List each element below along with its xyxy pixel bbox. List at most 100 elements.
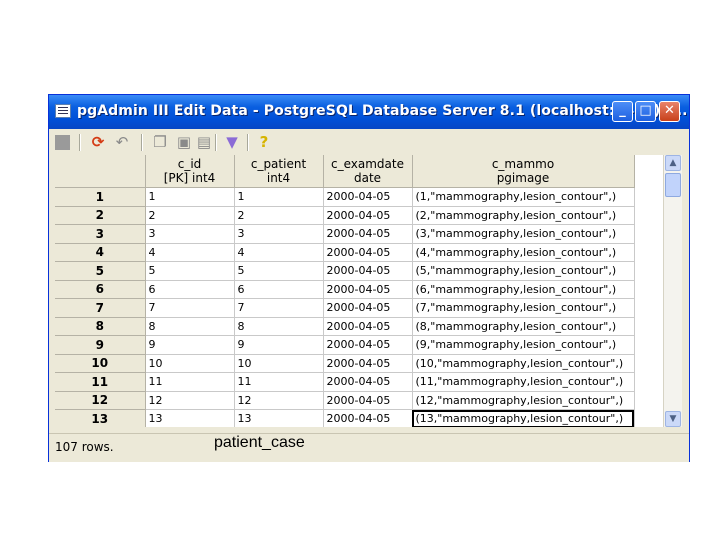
table-row: 7 7 7 2000-04-05 (7,"mammography,lesion_cont… xyxy=(55,298,635,318)
cell-c-mammo[interactable]: (8,"mammography,lesion_contour",) xyxy=(412,317,635,336)
vertical-scrollbar[interactable]: ▲ ▼ xyxy=(663,155,682,427)
row-number-header[interactable] xyxy=(55,155,146,188)
cell-c-id[interactable]: 10 xyxy=(145,354,235,373)
cell-c-mammo[interactable]: (2,"mammography,lesion_contour",) xyxy=(412,206,635,225)
table-row: 11 11 11 2000-04-05 (11,"mammography,lesion_… xyxy=(55,372,635,392)
cell-c-examdate[interactable]: 2000-04-05 xyxy=(323,224,413,244)
paste-icon[interactable]: ▣ xyxy=(175,133,193,151)
cell-c-examdate[interactable]: 2000-04-05 xyxy=(323,391,413,410)
column-type: date xyxy=(353,171,382,185)
cell-c-mammo[interactable]: (10,"mammography,lesion_contour",) xyxy=(412,354,635,373)
cell-c-mammo[interactable]: (11,"mammography,lesion_contour",) xyxy=(412,372,635,392)
minimize-button[interactable]: _ xyxy=(612,101,633,122)
row-number[interactable]: 8 xyxy=(55,317,146,336)
cell-c-id[interactable]: 9 xyxy=(145,335,235,355)
cell-c-examdate[interactable]: 2000-04-05 xyxy=(323,243,413,262)
undo-icon[interactable]: ↶ xyxy=(113,133,131,151)
cell-c-examdate[interactable]: 2000-04-05 xyxy=(323,409,413,427)
cell-c-patient[interactable]: 6 xyxy=(234,280,324,299)
row-number[interactable]: 5 xyxy=(55,261,146,281)
table-row: 2 2 2 2000-04-05 (2,"mammography,lesion_cont… xyxy=(55,206,635,225)
cell-c-mammo[interactable]: (6,"mammography,lesion_contour",) xyxy=(412,280,635,299)
cell-c-mammo[interactable]: (3,"mammography,lesion_contour",) xyxy=(412,224,635,244)
column-header-c-id[interactable]: c_id [PK] int4 xyxy=(145,155,235,188)
row-number[interactable]: 1 xyxy=(55,187,146,207)
cell-c-id[interactable]: 3 xyxy=(145,224,235,244)
refresh-icon[interactable]: ⟳ xyxy=(89,133,107,151)
cell-c-examdate[interactable]: 2000-04-05 xyxy=(323,187,413,207)
cell-c-examdate[interactable]: 2000-04-05 xyxy=(323,317,413,336)
help-icon[interactable]: ? xyxy=(255,133,273,151)
cell-c-id[interactable]: 8 xyxy=(145,317,235,336)
filter-icon[interactable]: ▼ xyxy=(223,133,241,151)
cell-c-examdate[interactable]: 2000-04-05 xyxy=(323,298,413,318)
row-number[interactable]: 13 xyxy=(55,409,146,427)
cell-c-examdate[interactable]: 2000-04-05 xyxy=(323,372,413,392)
cell-c-patient[interactable]: 13 xyxy=(234,409,324,427)
column-header-c-patient[interactable]: c_patient int4 xyxy=(234,155,324,188)
title-bar[interactable]: pgAdmin III Edit Data - PostgreSQL Datab… xyxy=(49,95,689,129)
window-title: pgAdmin III Edit Data - PostgreSQL Datab… xyxy=(77,103,688,119)
cell-c-examdate[interactable]: 2000-04-05 xyxy=(323,335,413,355)
close-button[interactable]: ✕ xyxy=(659,101,680,122)
row-count-status: 107 rows. xyxy=(55,440,114,454)
cell-c-patient[interactable]: 2 xyxy=(234,206,324,225)
cell-c-patient[interactable]: 1 xyxy=(234,187,324,207)
column-header-c-mammo[interactable]: c_mammo pgimage xyxy=(412,155,635,188)
cell-c-mammo[interactable]: (1,"mammography,lesion_contour",) xyxy=(412,187,635,207)
cell-c-id[interactable]: 4 xyxy=(145,243,235,262)
cell-c-patient[interactable]: 10 xyxy=(234,354,324,373)
cell-c-examdate[interactable]: 2000-04-05 xyxy=(323,354,413,373)
cell-c-examdate[interactable]: 2000-04-05 xyxy=(323,280,413,299)
row-number[interactable]: 3 xyxy=(55,224,146,244)
copy-icon[interactable]: ❐ xyxy=(151,133,169,151)
cell-c-id[interactable]: 12 xyxy=(145,391,235,410)
column-type: pgimage xyxy=(496,171,550,185)
cell-c-patient[interactable]: 7 xyxy=(234,298,324,318)
row-number[interactable]: 7 xyxy=(55,298,146,318)
row-number[interactable]: 12 xyxy=(55,391,146,410)
cell-c-patient[interactable]: 9 xyxy=(234,335,324,355)
cell-c-patient[interactable]: 4 xyxy=(234,243,324,262)
cell-c-patient[interactable]: 3 xyxy=(234,224,324,244)
column-name: c_examdate xyxy=(331,157,404,171)
scrollbar-thumb[interactable] xyxy=(665,173,681,197)
caption-label: patient_case xyxy=(214,434,305,451)
row-number[interactable]: 11 xyxy=(55,372,146,392)
status-bar: 107 rows. xyxy=(49,433,689,462)
column-header-c-examdate[interactable]: c_examdate date xyxy=(323,155,413,188)
cell-c-id[interactable]: 6 xyxy=(145,280,235,299)
cell-c-mammo-selected[interactable]: (13,"mammography,lesion_contour",) xyxy=(412,409,635,427)
cell-c-id[interactable]: 5 xyxy=(145,261,235,281)
cell-c-examdate[interactable]: 2000-04-05 xyxy=(323,206,413,225)
column-type: int4 xyxy=(266,171,291,185)
maximize-button[interactable]: □ xyxy=(635,101,656,122)
cell-c-patient[interactable]: 12 xyxy=(234,391,324,410)
toolbar-separator xyxy=(141,134,143,151)
row-number[interactable]: 10 xyxy=(55,354,146,373)
row-number[interactable]: 9 xyxy=(55,335,146,355)
cell-c-id[interactable]: 7 xyxy=(145,298,235,318)
cell-c-id[interactable]: 1 xyxy=(145,187,235,207)
delete-icon[interactable]: ▤ xyxy=(195,133,213,151)
cell-c-patient[interactable]: 5 xyxy=(234,261,324,281)
row-number[interactable]: 6 xyxy=(55,280,146,299)
cell-c-id[interactable]: 2 xyxy=(145,206,235,225)
cell-c-mammo[interactable]: (9,"mammography,lesion_contour",) xyxy=(412,335,635,355)
cell-c-mammo[interactable]: (12,"mammography,lesion_contour",) xyxy=(412,391,635,410)
cell-c-patient[interactable]: 11 xyxy=(234,372,324,392)
scroll-down-icon[interactable]: ▼ xyxy=(665,411,681,427)
cell-c-id[interactable]: 11 xyxy=(145,372,235,392)
toolbar: ⟳ ↶ ❐ ▣ ▤ ▼ ? xyxy=(49,129,689,155)
scroll-up-icon[interactable]: ▲ xyxy=(665,155,681,171)
table-row: 8 8 8 2000-04-05 (8,"mammography,lesion_cont… xyxy=(55,317,635,336)
cell-c-examdate[interactable]: 2000-04-05 xyxy=(323,261,413,281)
cell-c-patient[interactable]: 8 xyxy=(234,317,324,336)
cell-c-mammo[interactable]: (7,"mammography,lesion_contour",) xyxy=(412,298,635,318)
cell-c-id[interactable]: 13 xyxy=(145,409,235,427)
cell-c-mammo[interactable]: (4,"mammography,lesion_contour",) xyxy=(412,243,635,262)
row-number[interactable]: 4 xyxy=(55,243,146,262)
save-icon[interactable] xyxy=(55,135,70,150)
cell-c-mammo[interactable]: (5,"mammography,lesion_contour",) xyxy=(412,261,635,281)
row-number[interactable]: 2 xyxy=(55,206,146,225)
